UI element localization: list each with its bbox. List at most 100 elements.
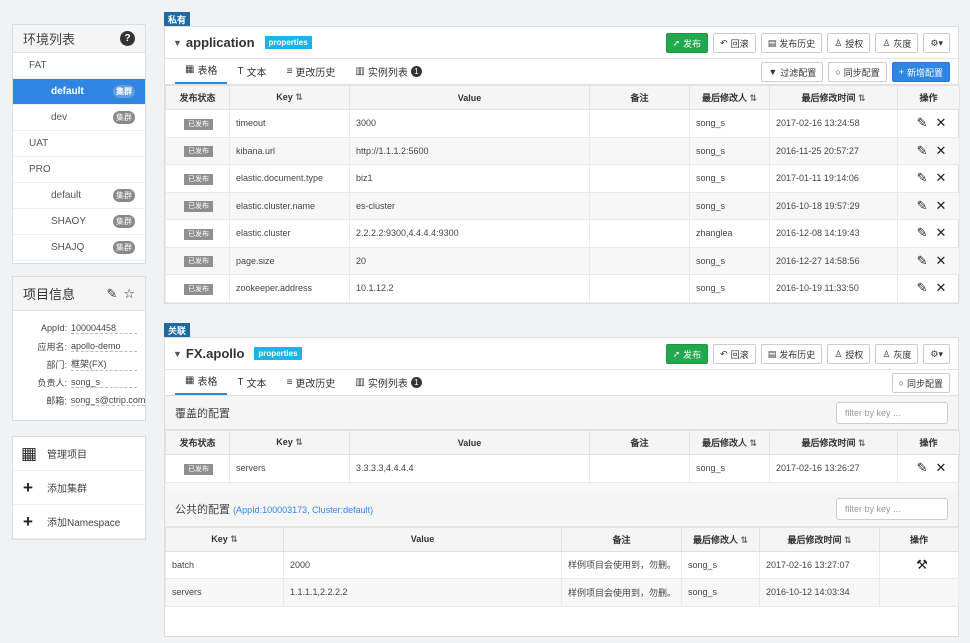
env-item[interactable]: dev 集群 bbox=[13, 105, 145, 131]
edit-icon[interactable]: ✎ bbox=[917, 225, 928, 241]
env-item[interactable]: default 集群 bbox=[13, 79, 145, 105]
tab-instances[interactable]: ▥ 实例列表 1 bbox=[345, 64, 431, 84]
column-header[interactable]: Key ⇅ bbox=[165, 526, 284, 552]
edit-icon[interactable]: ✎ bbox=[917, 253, 928, 269]
help-icon[interactable]: ? bbox=[120, 31, 135, 46]
value-cell: 2000 bbox=[283, 550, 562, 579]
namespace-title[interactable]: ▼ FX.apollo properties bbox=[173, 346, 302, 361]
env-item[interactable]: UAT bbox=[13, 131, 145, 157]
sort-icon[interactable]: ⇅ bbox=[841, 535, 852, 545]
column-header[interactable]: 最后修改时间 ⇅ bbox=[769, 430, 898, 455]
tab-table[interactable]: ▦ 表格 bbox=[175, 373, 228, 395]
add-config-button[interactable]: + 新增配置 bbox=[891, 62, 950, 82]
delete-icon[interactable]: ✕ bbox=[936, 143, 947, 159]
delete-icon[interactable]: ✕ bbox=[936, 198, 947, 214]
sort-icon[interactable]: ⇅ bbox=[855, 93, 866, 103]
sort-icon[interactable]: ⇅ bbox=[293, 437, 303, 447]
env-item[interactable]: default 集群 bbox=[13, 183, 145, 209]
tab-text[interactable]: T 文本 bbox=[227, 375, 276, 395]
column-header[interactable]: Key ⇅ bbox=[229, 430, 350, 455]
gray-button[interactable]: ♙ 灰度 bbox=[875, 33, 919, 53]
env-item[interactable]: SHAJQ 集群 bbox=[13, 235, 145, 261]
env-item[interactable]: FAT bbox=[13, 53, 145, 79]
sort-icon[interactable]: ⇅ bbox=[855, 438, 866, 448]
sort-icon[interactable]: ⇅ bbox=[228, 534, 238, 544]
side-action-item[interactable]: + 添加Namespace bbox=[13, 505, 145, 539]
public-source-link[interactable]: (AppId:100003173, Cluster:default) bbox=[233, 505, 373, 515]
edit-icon[interactable]: ✎ bbox=[106, 286, 117, 302]
delete-icon[interactable]: ✕ bbox=[936, 170, 947, 186]
column-header-label: Value bbox=[457, 437, 482, 448]
delete-icon[interactable]: ✕ bbox=[936, 253, 947, 269]
rollback-button[interactable]: ↶ 回滚 bbox=[713, 344, 756, 364]
history-button[interactable]: ▤ 发布历史 bbox=[760, 33, 823, 53]
edit-icon[interactable]: ✎ bbox=[917, 460, 928, 476]
project-info-panel: 项目信息 ✎ ☆ AppId: 100004458 应用名: apollo-demo 部… bbox=[12, 276, 146, 421]
column-header[interactable]: Key ⇅ bbox=[229, 85, 350, 110]
edit-icon[interactable]: ✎ bbox=[917, 143, 928, 159]
tab-instances[interactable]: ▥ 实例列表 1 bbox=[345, 375, 431, 395]
grid-icon: ▦ bbox=[21, 443, 38, 463]
namespace-title[interactable]: ▼ application properties bbox=[173, 35, 312, 50]
rollback-button[interactable]: ↶ 回滚 bbox=[713, 33, 756, 53]
public-filter-input[interactable]: filter by key ... bbox=[836, 498, 948, 520]
settings-button[interactable]: ⚙▾ bbox=[923, 344, 950, 364]
column-header[interactable]: 最后修改时间 ⇅ bbox=[759, 526, 880, 552]
delete-icon[interactable]: ✕ bbox=[936, 225, 947, 241]
publish-label: 发布 bbox=[683, 38, 702, 49]
env-item[interactable]: SHAOY 集群 bbox=[13, 209, 145, 235]
column-header[interactable]: 最后修改人 ⇅ bbox=[689, 430, 770, 455]
tab-table-label: 表格 bbox=[197, 66, 218, 77]
filter-config-button[interactable]: ▼ 过滤配置 bbox=[761, 62, 824, 82]
sort-icon[interactable]: ⇅ bbox=[293, 92, 303, 102]
column-header-label: 操作 bbox=[919, 93, 938, 103]
settings-button[interactable]: ⚙▾ bbox=[923, 33, 950, 53]
gray-button[interactable]: ♙ 灰度 bbox=[875, 344, 919, 364]
edit-icon[interactable]: ✎ bbox=[917, 170, 928, 186]
edit-icon[interactable]: ✎ bbox=[917, 280, 928, 296]
row-actions: ✎ ✕ bbox=[904, 143, 959, 159]
edit-icon[interactable]: ✎ bbox=[917, 198, 928, 214]
project-info-key: 邮箱: bbox=[46, 395, 67, 406]
override-icon[interactable]: ⚒ bbox=[916, 557, 928, 573]
grant-button[interactable]: ♙ 授权 bbox=[827, 33, 871, 53]
send-icon: ➚ bbox=[672, 37, 681, 48]
delete-icon[interactable]: ✕ bbox=[936, 460, 947, 476]
sync-config-button[interactable]: ○ 同步配置 bbox=[828, 62, 887, 82]
row-actions: ✎ ✕ bbox=[904, 225, 959, 241]
gear-icon: ⚙▾ bbox=[930, 348, 943, 359]
tab-history[interactable]: ≡ 更改历史 bbox=[277, 64, 346, 84]
edit-icon[interactable]: ✎ bbox=[917, 115, 928, 131]
tab-history[interactable]: ≡ 更改历史 bbox=[277, 375, 346, 395]
sort-icon[interactable]: ⇅ bbox=[747, 93, 757, 103]
project-info-body: AppId: 100004458 应用名: apollo-demo 部门: 框架(FX) 负… bbox=[13, 311, 145, 409]
delete-icon[interactable]: ✕ bbox=[936, 280, 947, 296]
column-header-label: 备注 bbox=[612, 534, 631, 545]
column-header[interactable]: 最后修改人 ⇅ bbox=[689, 85, 770, 110]
delete-icon[interactable]: ✕ bbox=[936, 115, 947, 131]
publish-button[interactable]: ➚ 发布 bbox=[665, 344, 709, 364]
sort-icon[interactable]: ⇅ bbox=[738, 535, 748, 545]
sort-icon[interactable]: ⇅ bbox=[747, 438, 757, 448]
column-header[interactable]: 最后修改时间 ⇅ bbox=[769, 85, 898, 110]
star-icon[interactable]: ☆ bbox=[123, 286, 135, 302]
status-badge: 已发布 bbox=[184, 173, 213, 185]
sync-config-button[interactable]: ○ 同步配置 bbox=[891, 373, 950, 393]
tab-table[interactable]: ▦ 表格 bbox=[175, 62, 228, 84]
public-title: 公共的配置 bbox=[175, 504, 230, 516]
publish-button[interactable]: ➚ 发布 bbox=[665, 33, 709, 53]
caret-down-icon: ▼ bbox=[173, 37, 182, 48]
actions-cell: ✎ ✕ bbox=[897, 454, 960, 483]
tab-text[interactable]: T 文本 bbox=[227, 64, 276, 84]
side-action-item[interactable]: + 添加集群 bbox=[13, 471, 145, 505]
column-header[interactable]: 最后修改人 ⇅ bbox=[681, 526, 760, 552]
env-item[interactable]: PRO bbox=[13, 157, 145, 183]
table-row: 已发布 zookeeper.address 10.1.12.2 song_s 2016-… bbox=[165, 274, 960, 303]
tab-history-label: 更改历史 bbox=[295, 68, 336, 79]
column-header-label: 最后修改时间 bbox=[787, 534, 842, 545]
override-filter-input[interactable]: filter by key ... bbox=[836, 401, 948, 424]
value-cell: 3000 bbox=[349, 109, 590, 138]
history-button[interactable]: ▤ 发布历史 bbox=[760, 344, 823, 364]
side-action-item[interactable]: ▦ 管理项目 bbox=[13, 437, 145, 471]
grant-button[interactable]: ♙ 授权 bbox=[827, 344, 871, 364]
